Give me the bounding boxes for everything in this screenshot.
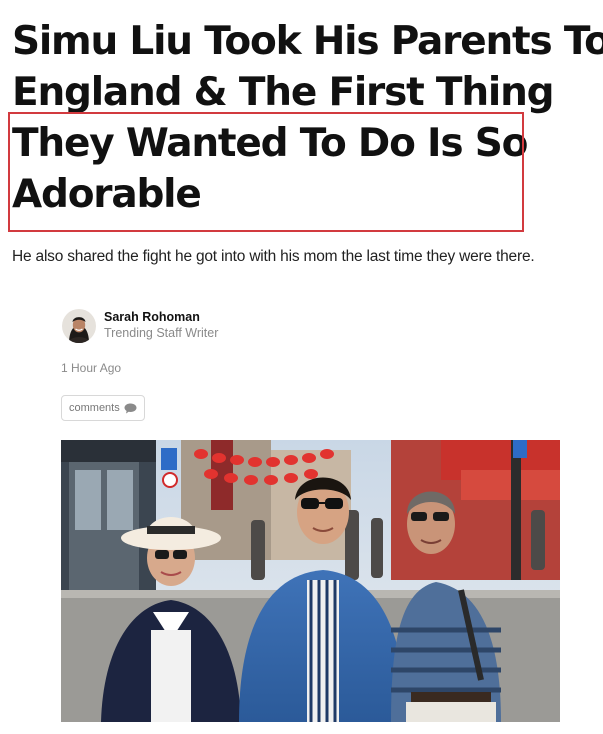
author-name[interactable]: Sarah Rohoman <box>104 310 218 325</box>
headline-line-1: Simu Liu Took His Parents To <box>12 19 603 64</box>
comments-label: comments <box>69 402 120 414</box>
article-hero-image <box>61 440 560 722</box>
avatar[interactable] <box>62 309 96 343</box>
article-subheadline: He also shared the fight he got into wit… <box>12 248 535 265</box>
author-role: Trending Staff Writer <box>104 326 219 340</box>
author-byline[interactable]: Sarah Rohoman Trending Staff Writer <box>62 309 218 343</box>
headline-line-2: England & The First Thing <box>12 70 555 115</box>
publish-timestamp: 1 Hour Ago <box>61 361 122 375</box>
comments-button[interactable]: comments <box>61 395 145 421</box>
speech-bubble-icon <box>124 403 137 414</box>
headline-highlight-box <box>8 112 524 232</box>
